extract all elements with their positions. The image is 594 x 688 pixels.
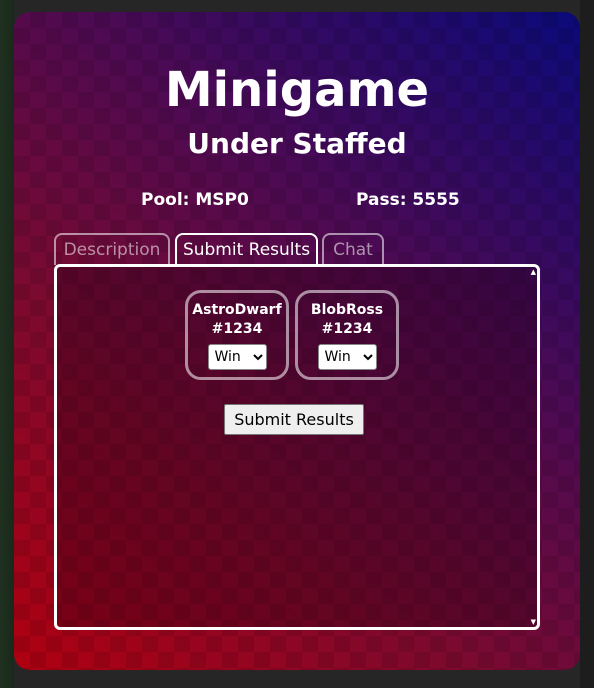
player-card: BlobRoss #1234 Win [295, 290, 399, 380]
submit-results-panel: ▲ ▼ AstroDwarf #1234 Win BlobRoss #1234 … [54, 264, 540, 630]
result-select[interactable]: Win [317, 344, 377, 370]
page-title: Minigame [164, 62, 430, 118]
submit-results-button[interactable]: Submit Results [224, 404, 364, 435]
tab-description[interactable]: Description [54, 233, 170, 265]
page-subtitle: Under Staffed [187, 127, 407, 160]
pass-label: Pass: 5555 [356, 190, 460, 210]
player-name: BlobRoss [310, 302, 384, 318]
pool-label: Pool: MSP0 [141, 190, 249, 210]
result-select[interactable]: Win [207, 344, 267, 370]
scroll-up-icon[interactable]: ▲ [531, 268, 536, 276]
tab-submit-results[interactable]: Submit Results [175, 233, 318, 265]
minigame-card: Minigame Under Staffed Pool: MSP0 Pass: … [14, 12, 580, 670]
player-card: AstroDwarf #1234 Win [185, 290, 289, 380]
tab-chat[interactable]: Chat [322, 233, 384, 265]
player-tag: #1234 [321, 321, 373, 337]
scroll-down-icon[interactable]: ▼ [531, 618, 536, 626]
player-tag: #1234 [211, 321, 263, 337]
player-name: AstroDwarf [192, 302, 282, 318]
